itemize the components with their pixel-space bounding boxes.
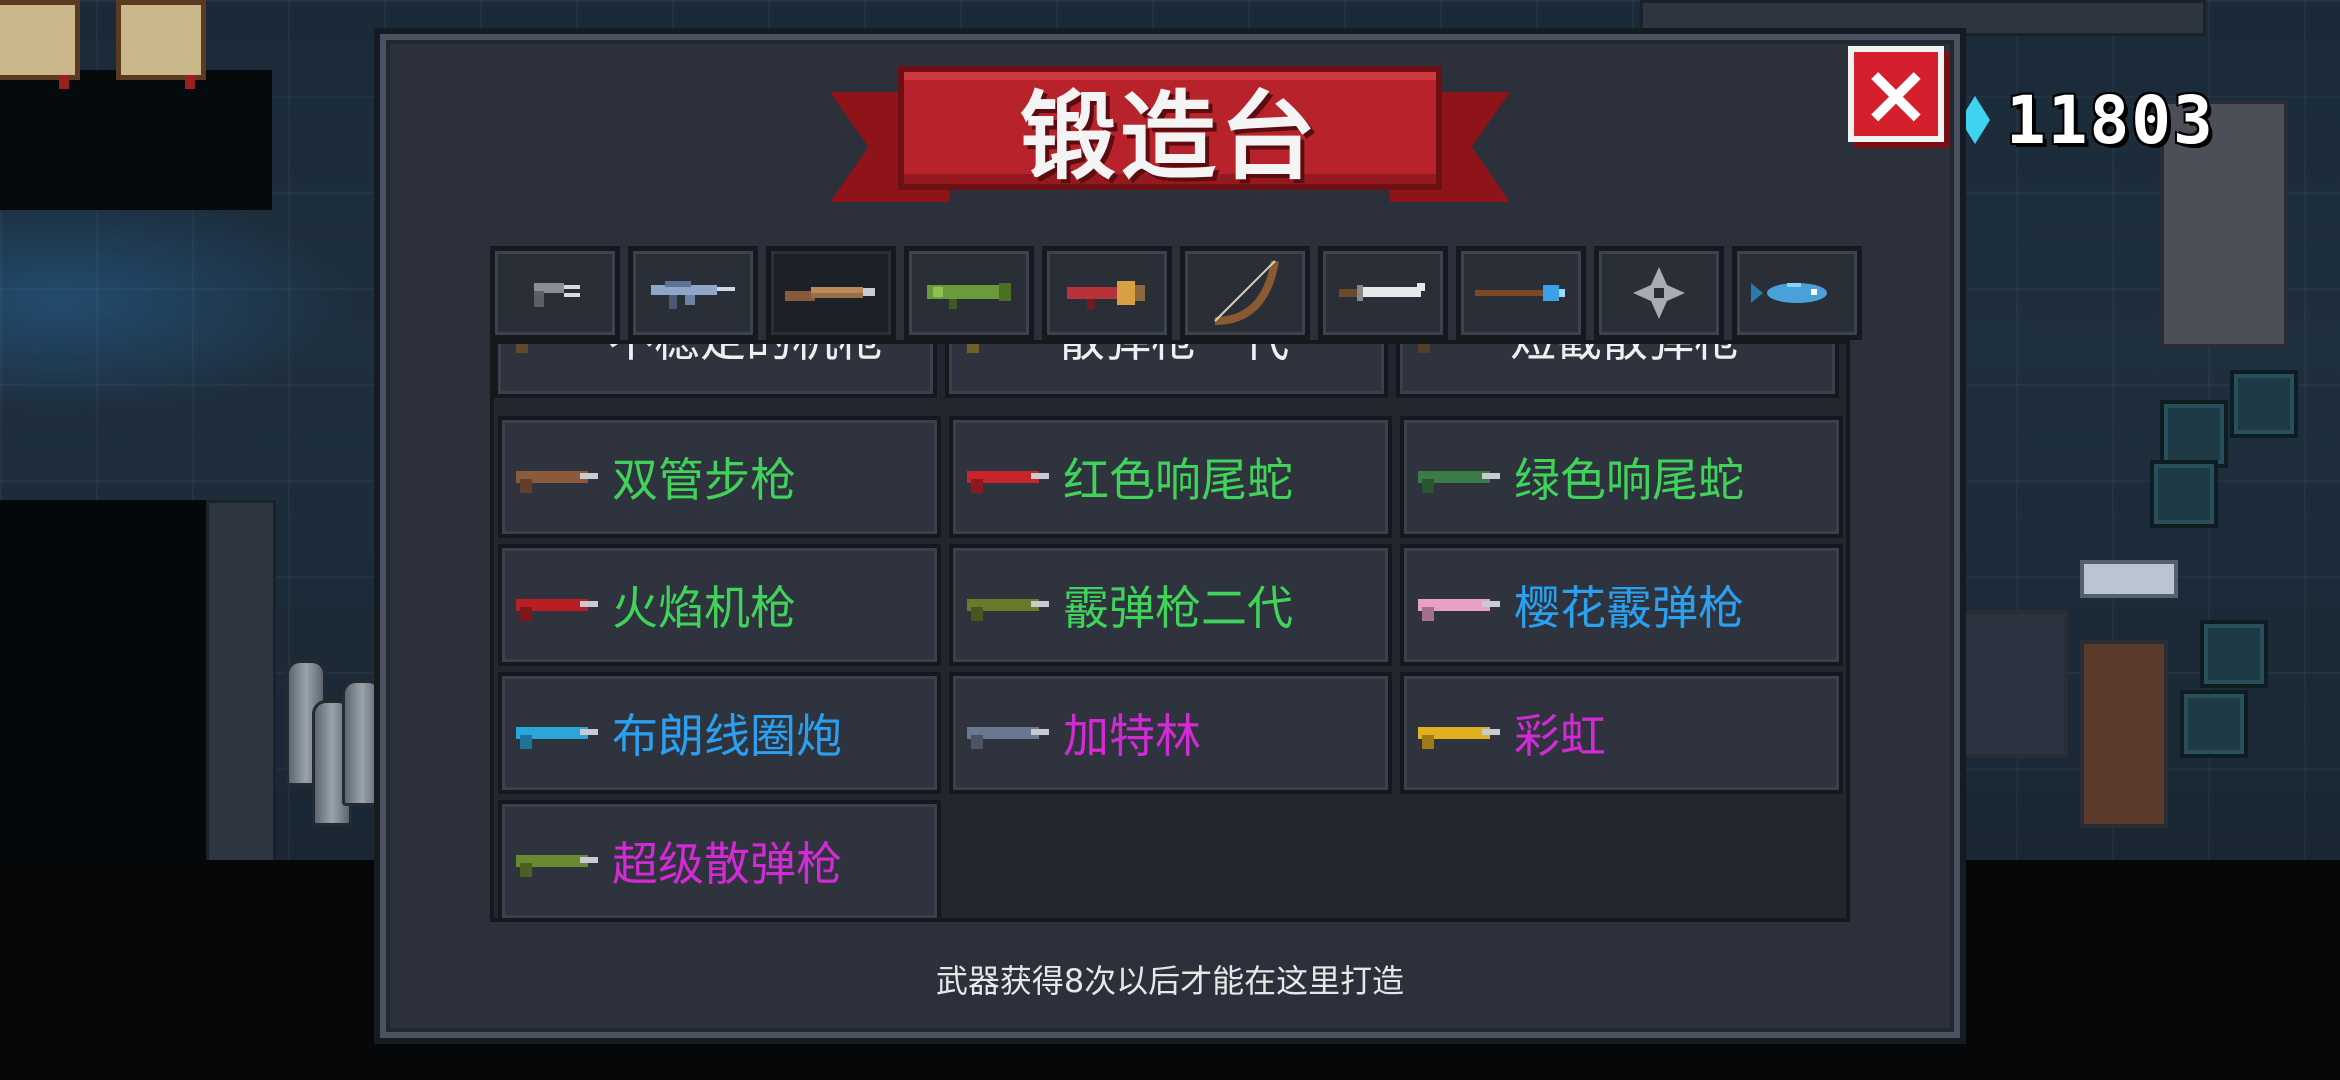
tab-pistol[interactable] [490, 246, 620, 340]
staff-icon [1475, 285, 1565, 301]
weapon-name: 短截散弹枪 [1510, 340, 1740, 367]
forge-hint: 武器获得8次以后才能在这里打造 [935, 962, 1405, 1000]
terminal [1960, 610, 2068, 758]
weapon-name: 布朗线圈炮 [612, 709, 842, 763]
partial-row: 不稳定的机枪 散弹枪一代 短截散弹枪 [494, 340, 1846, 398]
crate [2180, 690, 2248, 758]
tab-sword[interactable] [1318, 246, 1448, 340]
weapon-item[interactable]: 超级散弹枪 [498, 800, 941, 918]
weapon-icon [967, 585, 1051, 625]
weapon-icon [1418, 457, 1502, 497]
wall-block [0, 70, 272, 210]
weapon-item[interactable]: 加特林 [949, 672, 1392, 794]
weapon-icon [516, 457, 600, 497]
weapon-name: 樱花霰弹枪 [1514, 581, 1744, 635]
pistol-icon [534, 283, 580, 307]
close-icon: × [1860, 45, 1932, 143]
weapon-icon [967, 457, 1051, 497]
crate [2150, 460, 2218, 528]
weapon-name: 不稳定的机枪 [608, 340, 884, 367]
shuriken-icon [1633, 267, 1685, 319]
tab-shotgun[interactable] [766, 246, 896, 340]
weapon-icon [516, 841, 600, 881]
weapon-icon [516, 585, 600, 625]
currency-display: 11803 [1960, 81, 2215, 159]
weapon-name: 加特林 [1063, 709, 1201, 763]
weapon-icon [963, 344, 1047, 357]
tab-fish[interactable] [1732, 246, 1862, 340]
tab-cannon[interactable] [1042, 246, 1172, 340]
tab-shuriken[interactable] [1594, 246, 1724, 340]
crate [2160, 400, 2228, 468]
weapon-name: 彩虹 [1514, 709, 1606, 763]
weapon-item[interactable]: 樱花霰弹枪 [1400, 544, 1843, 666]
weapon-name: 超级散弹枪 [612, 837, 842, 891]
weapon-item[interactable]: 红色响尾蛇 [949, 416, 1392, 538]
weapon-grid: 双管步枪 红色响尾蛇 绿色响尾蛇火焰机枪 霰弹枪二代 樱花霰弹枪布朗线圈炮 加特林 彩虹超级… [498, 416, 1843, 918]
currency-value: 11803 [2006, 81, 2215, 159]
close-button[interactable]: × [1848, 46, 1944, 142]
rifle-icon [651, 281, 735, 309]
dialog-title: 锻造台 [1020, 80, 1320, 193]
weapon-icon [516, 713, 600, 753]
weapon-name: 霰弹枪二代 [1063, 581, 1293, 635]
weapon-name: 红色响尾蛇 [1063, 453, 1293, 507]
tab-rocket-launcher[interactable] [904, 246, 1034, 340]
weapon-icon [512, 344, 596, 357]
weapon-item[interactable]: 短截散弹枪 [1396, 340, 1839, 398]
weapon-item[interactable]: 不稳定的机枪 [494, 340, 937, 398]
tab-staff[interactable] [1456, 246, 1586, 340]
weapon-icon [1414, 344, 1498, 357]
crate [2200, 620, 2268, 688]
shotgun-icon [785, 287, 875, 301]
weapon-icon [1418, 585, 1502, 625]
chair [2080, 640, 2168, 828]
weapon-name: 双管步枪 [612, 453, 796, 507]
tab-bow[interactable] [1180, 246, 1310, 340]
weapon-item[interactable]: 绿色响尾蛇 [1400, 416, 1843, 538]
weapon-name: 散弹枪一代 [1059, 340, 1289, 367]
wall-top [1640, 0, 2206, 36]
weapon-item[interactable]: 火焰机枪 [498, 544, 941, 666]
fish-icon [1751, 283, 1827, 303]
weapon-name: 火焰机枪 [612, 581, 796, 635]
weapon-item[interactable]: 散弹枪一代 [945, 340, 1388, 398]
sword-icon [1339, 283, 1425, 301]
bench [2080, 560, 2178, 598]
title-banner: 锻造台 [830, 66, 1510, 216]
crate [2230, 370, 2298, 438]
banner-ribbon: 锻造台 [898, 66, 1442, 193]
rocket-launcher-icon [927, 283, 1011, 309]
notice-board [0, 0, 80, 89]
weapon-category-tabs [490, 246, 1870, 340]
weapon-name: 绿色响尾蛇 [1514, 453, 1744, 507]
weapon-list: 不稳定的机枪 散弹枪一代 短截散弹枪 双管步枪 红色响尾蛇 绿色响尾蛇火焰机枪 霰弹枪… [490, 340, 1850, 922]
weapon-item[interactable]: 布朗线圈炮 [498, 672, 941, 794]
bow-icon [1214, 260, 1279, 325]
tab-rifle[interactable] [628, 246, 758, 340]
weapon-icon [967, 713, 1051, 753]
weapon-item[interactable]: 彩虹 [1400, 672, 1843, 794]
cannon-icon [1067, 281, 1145, 309]
notice-board [116, 0, 206, 89]
weapon-item[interactable]: 霰弹枪二代 [949, 544, 1392, 666]
pillar [206, 500, 276, 866]
weapon-item[interactable]: 双管步枪 [498, 416, 941, 538]
gem-icon [1960, 96, 1990, 144]
gas-cylinder [342, 680, 382, 806]
weapon-icon [1418, 713, 1502, 753]
